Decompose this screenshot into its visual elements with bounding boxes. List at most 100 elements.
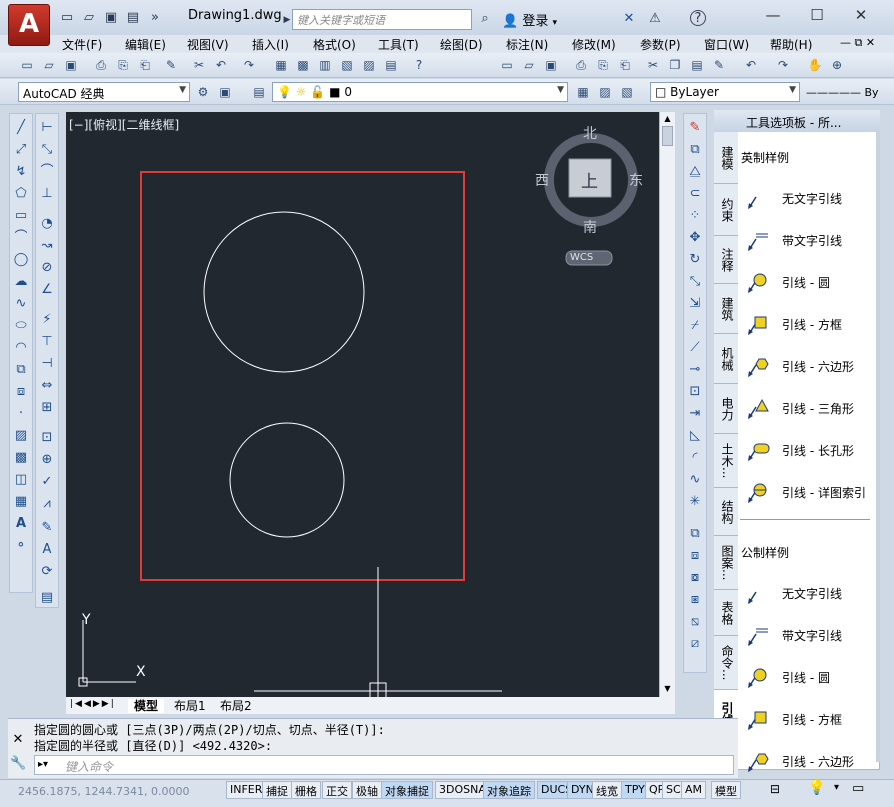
chamfer-icon[interactable]: ◺ — [686, 426, 704, 446]
metric-item-3[interactable]: 引线 - 方框 — [740, 703, 874, 735]
copy-icon[interactable]: ❐ — [666, 56, 684, 74]
status-toggle-4[interactable]: 极轴 — [352, 781, 382, 799]
vertical-scrollbar[interactable]: ▲ ▼ — [659, 112, 675, 697]
imperial-item-6[interactable]: 引线 - 长孔形 — [740, 434, 874, 466]
annotation-visibility-icon[interactable]: 💡 — [808, 780, 825, 796]
menu-parameter[interactable]: 参数(P) — [640, 36, 681, 53]
imperial-item-7[interactable]: 引线 - 详图索引 — [740, 476, 874, 508]
publish-icon[interactable]: ⎗ — [136, 56, 154, 74]
palette-tab-command[interactable]: 命令... — [714, 636, 738, 690]
status-toggle-5[interactable]: 对象捕捉 — [381, 781, 433, 799]
linear-dimension-icon[interactable]: ⊢ — [38, 118, 56, 138]
layout-toggle-icon[interactable]: ⊟ — [770, 782, 780, 796]
open-file-icon[interactable]: ▱ — [80, 9, 98, 27]
publish-icon-2[interactable]: ⎗ — [616, 56, 634, 74]
hatch-icon[interactable]: ▨ — [12, 426, 30, 446]
menu-format[interactable]: 格式(O) — [313, 36, 356, 53]
menu-view[interactable]: 视图(V) — [187, 36, 229, 53]
multiline-text-icon[interactable]: A — [12, 514, 30, 534]
erase-icon[interactable]: ✎ — [686, 118, 704, 138]
send-back-icon[interactable]: ⧇ — [686, 568, 704, 588]
draw-order-icon[interactable]: ⧉ — [686, 524, 704, 544]
make-current-layer-icon[interactable]: ▦ — [574, 83, 592, 101]
scale-icon[interactable]: ⤡ — [686, 272, 704, 292]
text-front-icon[interactable]: ⧄ — [686, 634, 704, 654]
make-block-icon[interactable]: ⧈ — [12, 382, 30, 402]
blend-icon[interactable]: ∿ — [686, 470, 704, 490]
copy-object-icon[interactable]: ⧉ — [686, 140, 704, 160]
menu-file[interactable]: 文件(F) — [62, 36, 102, 53]
menu-insert[interactable]: 插入(I) — [252, 36, 289, 53]
properties-icon[interactable]: ▦ — [272, 56, 290, 74]
scroll-up-icon[interactable]: ▲ — [662, 114, 673, 124]
command-close-icon[interactable]: ✕ — [10, 732, 26, 748]
save-as-icon[interactable]: ▤ — [124, 9, 142, 27]
coordinates-readout[interactable]: 2456.1875, 1244.7341, 0.0000 — [18, 785, 189, 798]
rotate-icon[interactable]: ↻ — [686, 250, 704, 270]
diameter-icon[interactable]: ⊘ — [38, 258, 56, 278]
tolerance-icon[interactable]: ⊡ — [38, 428, 56, 448]
revision-cloud-icon[interactable]: ☁ — [12, 272, 30, 292]
palette-tab-electrical[interactable]: 电力 — [714, 384, 738, 434]
cut-icon[interactable]: ✂ — [190, 56, 208, 74]
color-select[interactable]: □ ByLayer ▼ — [650, 82, 800, 102]
quick-dimension-icon[interactable]: ⚡ — [38, 310, 56, 330]
linetype-select[interactable]: ————— By — [806, 82, 892, 102]
drawing-canvas[interactable]: [−][俯视][二维线框] Y X 北 南 东 西 上 WCS — [66, 112, 659, 697]
tool-palettes-icon[interactable]: ▥ — [316, 56, 334, 74]
inspection-icon[interactable]: ✓ — [38, 472, 56, 492]
mirror-icon[interactable]: ⧋ — [686, 162, 704, 182]
help-toolbar-icon[interactable]: ? — [410, 56, 428, 74]
line-icon[interactable]: ╱ — [12, 118, 30, 138]
print-icon[interactable]: ⎙ — [92, 56, 110, 74]
trim-icon[interactable]: ⌿ — [686, 316, 704, 336]
offset-icon[interactable]: ⊂ — [686, 184, 704, 204]
dimension-edit-icon[interactable]: ✎ — [38, 518, 56, 538]
binoculars-icon[interactable]: ⌕ — [476, 10, 494, 28]
match-properties-icon-2[interactable]: ✎ — [710, 56, 728, 74]
table-icon[interactable]: ▦ — [12, 492, 30, 512]
metric-item-4[interactable]: 引线 - 六边形 — [740, 745, 874, 777]
region-icon[interactable]: ◫ — [12, 470, 30, 490]
status-menu-icon[interactable]: ▾ — [834, 782, 839, 793]
layer-properties-icon[interactable]: ▤ — [250, 83, 268, 101]
aligned-dimension-icon[interactable]: ⤡ — [38, 140, 56, 160]
polyline-icon[interactable]: ↯ — [12, 162, 30, 182]
plot-preview-icon-2[interactable]: ⎘ — [594, 56, 612, 74]
viewcube-east[interactable]: 东 — [629, 170, 643, 190]
construction-line-icon[interactable]: ⤢ — [12, 140, 30, 160]
radius-icon[interactable]: ◔ — [38, 214, 56, 234]
workspace-select[interactable]: AutoCAD 经典 ▼ — [18, 82, 190, 102]
dimension-update-icon[interactable]: ⟳ — [38, 562, 56, 582]
fillet-icon[interactable]: ◜ — [686, 448, 704, 468]
gradient-icon[interactable]: ▩ — [12, 448, 30, 468]
workspace-lock-icon[interactable]: ▣ — [216, 83, 234, 101]
add-selected-icon[interactable]: ⚬ — [12, 536, 30, 556]
viewcube-north[interactable]: 北 — [583, 123, 597, 143]
help-icon[interactable]: ? — [690, 10, 706, 26]
status-toggle-1[interactable]: 捕捉 — [262, 781, 292, 799]
open-icon[interactable]: ▱ — [40, 56, 58, 74]
autodesk-360-icon[interactable]: ⚠ — [646, 10, 664, 28]
join-icon[interactable]: ⇥ — [686, 404, 704, 424]
break-icon[interactable]: ⊞ — [38, 398, 56, 418]
status-toggle-2[interactable]: 栅格 — [291, 781, 321, 799]
workspace-settings-icon[interactable]: ⚙ — [194, 83, 212, 101]
metric-item-2[interactable]: 引线 - 圆 — [740, 661, 874, 693]
ellipse-arc-icon[interactable]: ◠ — [12, 338, 30, 358]
new-icon[interactable]: ▭ — [18, 56, 36, 74]
wcs-label[interactable]: WCS — [570, 252, 593, 263]
status-toggle-10[interactable]: 线宽 — [592, 781, 622, 799]
layer-select[interactable]: 💡 ☼ 🔓 ■ 0 ▼ — [272, 82, 568, 102]
maximize-button[interactable]: ☐ — [802, 4, 832, 26]
imperial-item-2[interactable]: 引线 - 圆 — [740, 266, 874, 298]
menu-dimension[interactable]: 标注(N) — [506, 36, 548, 53]
imperial-item-5[interactable]: 引线 - 三角形 — [740, 392, 874, 424]
bring-above-icon[interactable]: ⧆ — [686, 590, 704, 610]
new-file-icon[interactable]: ▭ — [58, 9, 76, 27]
application-menu-button[interactable]: A — [8, 4, 50, 46]
tab-layout2[interactable]: 布局2 — [214, 699, 258, 713]
wrench-icon[interactable]: 🔧 — [10, 756, 26, 772]
tab-layout1[interactable]: 布局1 — [168, 699, 212, 713]
sheet-set-icon[interactable]: ▧ — [338, 56, 356, 74]
